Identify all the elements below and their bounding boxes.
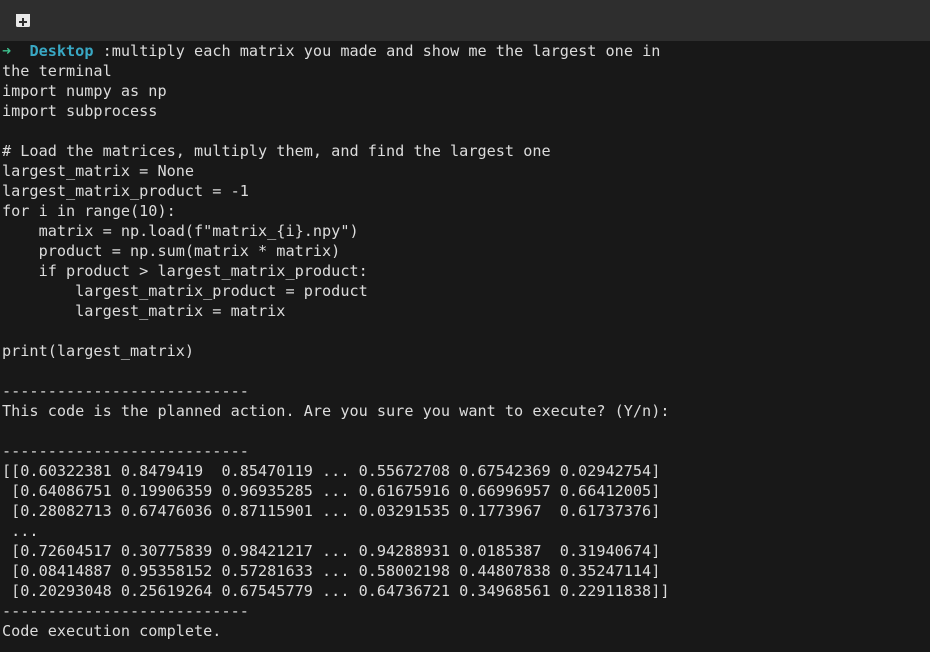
output-line: print(largest_matrix) [2,342,195,360]
output-line: [0.64086751 0.19906359 0.96935285 ... 0.… [2,482,661,500]
output-line: largest_matrix_product = product [2,282,368,300]
output-line: --------------------------- [2,442,249,460]
output-line: [0.20293048 0.25619264 0.67545779 ... 0.… [2,582,670,600]
new-tab-button[interactable] [9,8,37,32]
terminal-output[interactable]: ➜ Desktop :multiply each matrix you made… [0,41,930,652]
prompt-arrow-icon: ➜ [2,42,12,60]
output-lines: the terminal import numpy as np import sub… [2,61,930,641]
output-line: --------------------------- [2,602,249,620]
output-line: if product > largest_matrix_product: [2,262,368,280]
output-line: largest_matrix_product = -1 [2,182,249,200]
output-line: --------------------------- [2,382,249,400]
output-line: [0.28082713 0.67476036 0.87115901 ... 0.… [2,502,661,520]
prompt-line: ➜ Desktop :multiply each matrix you made… [2,41,930,61]
output-line: the terminal [2,62,112,80]
title-bar [0,0,930,41]
new-tab-icon [16,14,30,27]
output-line: product = np.sum(matrix * matrix) [2,242,341,260]
output-line: [0.72604517 0.30775839 0.98421217 ... 0.… [2,542,661,560]
output-line: matrix = np.load(f"matrix_{i}.npy") [2,222,359,240]
output-line: [0.08414887 0.95358152 0.57281633 ... 0.… [2,562,661,580]
output-line: largest_matrix = matrix [2,302,286,320]
output-line: for i in range(10): [2,202,176,220]
output-line: Code execution complete. [2,622,222,640]
output-line: [[0.60322381 0.8479419 0.85470119 ... 0.… [2,462,661,480]
output-line: import subprocess [2,102,158,120]
output-line: # Load the matrices, multiply them, and … [2,142,551,160]
output-line: ... [2,522,39,540]
output-line: This code is the planned action. Are you… [2,402,670,420]
output-line: largest_matrix = None [2,162,195,180]
output-line: import numpy as np [2,82,167,100]
prompt-command: :multiply each matrix you made and show … [102,42,661,60]
terminal-window: ➜ Desktop :multiply each matrix you made… [0,0,930,652]
prompt-directory: Desktop [29,42,94,60]
